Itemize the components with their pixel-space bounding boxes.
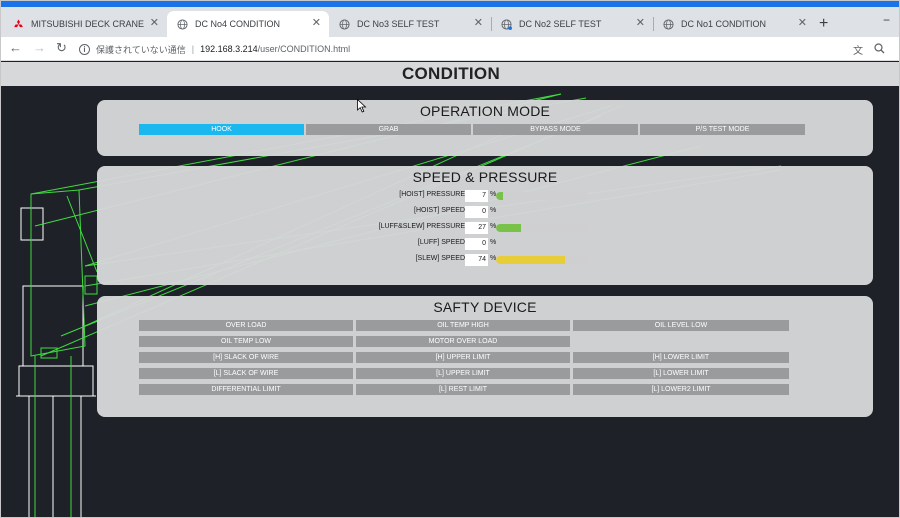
reload-icon[interactable]: ↻ <box>56 41 67 55</box>
operation-mode-panel: OPERATION MODE HOOK GRAB BYPASS MODE P/S… <box>97 100 873 156</box>
safety-device-panel: SAFTY DEVICE OVER LOAD OIL TEMP HIGH OIL… <box>97 296 873 417</box>
globe-icon <box>501 18 512 30</box>
new-tab-button[interactable]: + <box>819 16 828 32</box>
luff-slew-pressure-label: [LUFF&SLEW] PRESSURE <box>378 223 465 230</box>
l-lower2-limit-indicator: [L] LOWER2 LIMIT <box>573 384 789 395</box>
tab-bar: MITSUBISHI DECK CRANE ✕ DC No4 CONDITION… <box>1 7 899 37</box>
tab-label: DC No4 CONDITION <box>195 19 281 29</box>
hoist-speed-row: [HOIST] SPEED 0 % <box>97 206 873 218</box>
close-icon[interactable]: ✕ <box>150 18 159 29</box>
slew-speed-value: 74 <box>465 254 488 266</box>
unit-label: % <box>490 207 497 214</box>
luff-slew-pressure-row: [LUFF&SLEW] PRESSURE 27 % <box>97 222 873 234</box>
tab-label: DC No3 SELF TEST <box>357 19 440 29</box>
close-icon[interactable]: ✕ <box>636 18 645 29</box>
oil-temp-high-indicator: OIL TEMP HIGH <box>356 320 570 331</box>
tab-mitsubishi-deck-crane[interactable]: MITSUBISHI DECK CRANE ✕ <box>3 11 167 37</box>
translate-icon[interactable]: 文 <box>853 42 863 57</box>
l-upper-limit-indicator: [L] UPPER LIMIT <box>356 368 570 379</box>
differential-limit-indicator: DIFFERENTIAL LIMIT <box>139 384 353 395</box>
over-load-indicator: OVER LOAD <box>139 320 353 331</box>
tab-dc-no3-self-test[interactable]: DC No3 SELF TEST ✕ <box>329 11 492 37</box>
hoist-pressure-label: [HOIST] PRESSURE <box>399 191 465 198</box>
security-status-text: 保護されていない通信 <box>96 44 186 55</box>
operation-mode-title: OPERATION MODE <box>419 103 551 119</box>
browser-window: MITSUBISHI DECK CRANE ✕ DC No4 CONDITION… <box>0 0 900 518</box>
motor-over-load-indicator: MOTOR OVER LOAD <box>356 336 570 347</box>
slew-speed-bar <box>496 256 589 264</box>
l-rest-limit-indicator: [L] REST LIMIT <box>356 384 570 395</box>
globe-icon <box>339 18 350 30</box>
l-lower-limit-indicator: [L] LOWER LIMIT <box>573 368 789 379</box>
slew-speed-row: [SLEW] SPEED 74 % <box>97 254 873 266</box>
grab-mode-button[interactable]: GRAB <box>306 124 471 135</box>
luff-speed-value: 0 <box>465 238 488 250</box>
hoist-pressure-bar <box>496 192 589 200</box>
bypass-mode-button[interactable]: BYPASS MODE <box>473 124 638 135</box>
hoist-speed-value: 0 <box>465 206 488 218</box>
url-path: /user/CONDITION.html <box>257 44 351 54</box>
safety-device-title: SAFTY DEVICE <box>433 299 537 315</box>
tab-label: DC No2 SELF TEST <box>519 19 602 29</box>
hoist-pressure-row: [HOIST] PRESSURE 7 % <box>97 190 873 202</box>
tab-dc-no2-self-test[interactable]: DC No2 SELF TEST ✕ <box>491 11 654 37</box>
oil-level-low-indicator: OIL LEVEL LOW <box>573 320 789 331</box>
close-icon[interactable]: ✕ <box>798 18 807 29</box>
web-page: CONDITION OPERATION MODE HOOK GRAB BYPAS… <box>1 62 899 517</box>
hoist-pressure-value: 7 <box>465 190 488 202</box>
hoist-pressure-bar-fill <box>496 192 503 200</box>
tab-dc-no4-condition[interactable]: DC No4 CONDITION ✕ <box>167 11 329 37</box>
close-icon[interactable]: ✕ <box>474 18 483 29</box>
back-arrow-icon[interactable]: ← <box>9 41 22 55</box>
l-slack-of-wire-indicator: [L] SLACK OF WIRE <box>139 368 353 379</box>
h-upper-limit-indicator: [H] UPPER LIMIT <box>356 352 570 363</box>
luff-speed-row: [LUFF] SPEED 0 % <box>97 238 873 250</box>
oil-temp-low-indicator: OIL TEMP LOW <box>139 336 353 347</box>
luff-slew-pressure-bar <box>496 224 589 232</box>
unit-label: % <box>490 239 497 246</box>
zoom-icon[interactable] <box>874 43 885 54</box>
info-icon[interactable]: i <box>79 43 90 55</box>
luff-slew-pressure-bar-fill <box>496 224 522 232</box>
address-bar: ← → ↻ i 保護されていない通信 | 192.168.3.214/user/… <box>1 37 899 61</box>
tab-label: DC No1 CONDITION <box>681 19 767 29</box>
globe-icon <box>177 18 188 30</box>
hoist-speed-label: [HOIST] SPEED <box>414 207 465 214</box>
luff-slew-pressure-value: 27 <box>465 222 488 234</box>
h-lower-limit-indicator: [H] LOWER LIMIT <box>573 352 789 363</box>
minimize-button[interactable]: − <box>883 13 890 27</box>
close-icon[interactable]: ✕ <box>312 18 321 29</box>
slew-speed-label: [SLEW] SPEED <box>415 255 465 262</box>
ps-test-mode-button[interactable]: P/S TEST MODE <box>640 124 805 135</box>
globe-icon <box>663 18 674 30</box>
page-title: CONDITION <box>1 62 899 86</box>
mitsubishi-logo-icon <box>14 18 23 27</box>
forward-arrow-icon[interactable]: → <box>33 41 46 55</box>
mouse-cursor-icon <box>357 99 367 113</box>
luff-speed-label: [LUFF] SPEED <box>417 239 465 246</box>
tab-dc-no1-condition[interactable]: DC No1 CONDITION ✕ <box>653 11 815 37</box>
url-field[interactable]: i 保護されていない通信 | 192.168.3.214/user/CONDIT… <box>79 39 869 59</box>
url-host: 192.168.3.214 <box>200 44 258 54</box>
slew-speed-bar-fill <box>496 256 565 264</box>
speed-pressure-panel: SPEED & PRESSURE [HOIST] PRESSURE 7 % [H… <box>97 166 873 285</box>
tab-label: MITSUBISHI DECK CRANE <box>31 19 145 29</box>
hook-mode-button[interactable]: HOOK <box>139 124 304 135</box>
h-slack-of-wire-indicator: [H] SLACK OF WIRE <box>139 352 353 363</box>
speed-pressure-title: SPEED & PRESSURE <box>412 169 558 185</box>
